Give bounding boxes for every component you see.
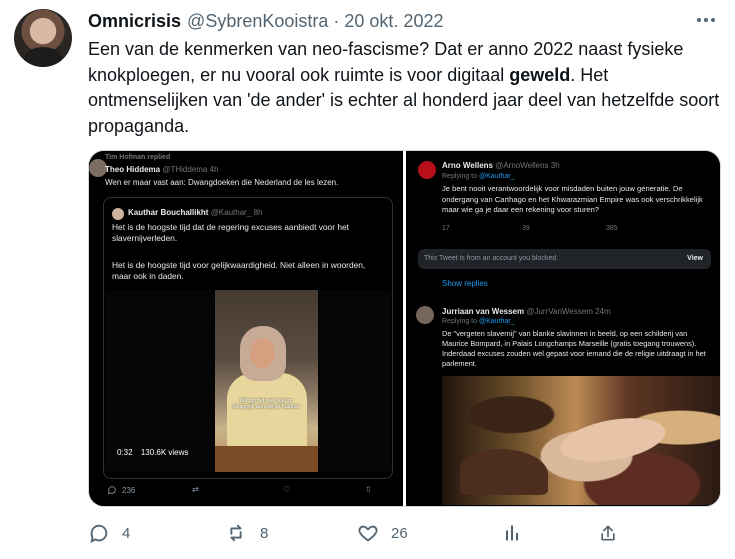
right-user-time-1: 3h bbox=[550, 161, 560, 170]
right-tweet-text-1: Je bent nooit verantwoordelijk voor misd… bbox=[442, 184, 703, 214]
video-views: 130.6K views bbox=[140, 448, 189, 457]
tweet-header: Omnicrisis @SybrenKooistra · 20 okt. 202… bbox=[88, 10, 443, 32]
quoted-tweet[interactable]: Kauthar Bouchallikht @Kauthar_ 8h Het is… bbox=[103, 197, 393, 479]
reply-button[interactable]: 4 bbox=[88, 522, 130, 544]
quote-avatar bbox=[112, 208, 124, 220]
tweet-actions: 4 8 26 bbox=[88, 522, 728, 548]
reply-context: Tim Hofman replied bbox=[105, 154, 171, 161]
video-duration: 0:32 bbox=[117, 448, 133, 457]
speaker-body bbox=[227, 373, 307, 448]
tweet-date[interactable]: 20 okt. 2022 bbox=[344, 11, 443, 32]
right-avatar-2 bbox=[416, 306, 434, 324]
right-replying-label-1: Replying to bbox=[442, 173, 478, 180]
username[interactable]: @SybrenKooistra bbox=[187, 11, 328, 32]
like-button[interactable]: 26 bbox=[357, 522, 408, 544]
quote-user-name: Kauthar Bouchallikht bbox=[128, 208, 209, 217]
retweet-button[interactable]: 8 bbox=[224, 522, 268, 544]
reply-icon bbox=[108, 486, 116, 495]
right-replying-1: Replying to @Kauthar_ bbox=[442, 173, 515, 180]
right-user-line-2: Jurriaan van Wessem @JurrVanWessem 24m bbox=[442, 307, 611, 316]
analytics-icon bbox=[505, 525, 519, 541]
like-icon bbox=[358, 525, 378, 542]
left-share-button[interactable]: ⇧ bbox=[365, 485, 372, 494]
analytics-button[interactable] bbox=[502, 522, 522, 544]
meta-separator: · bbox=[333, 10, 340, 31]
right-like-count-1: 385 bbox=[606, 225, 618, 232]
right-user-time-2: 24m bbox=[595, 307, 611, 316]
share-icon bbox=[601, 525, 615, 541]
more-icon[interactable] bbox=[695, 11, 717, 29]
right-tweet-text-2: De "vergeten slavernij" van blanke slavi… bbox=[442, 329, 706, 368]
right-avatar-1 bbox=[418, 161, 436, 179]
tweet-text: Een van de kenmerken van neo-fascisme? D… bbox=[88, 37, 720, 139]
right-stats-1: 17 39 385 bbox=[442, 225, 702, 237]
right-user-name-1: Arno Wellens bbox=[442, 161, 493, 170]
quote-user-line: Kauthar Bouchallikht @Kauthar_ 8h bbox=[128, 208, 262, 217]
video-thumbnail[interactable]: We zijn het heel veel zo belangrijk want… bbox=[105, 290, 391, 472]
right-user-handle-2: @JurrVanWessem bbox=[526, 307, 593, 316]
left-retweet-button[interactable]: ⇄ bbox=[192, 485, 199, 494]
right-replying-label-2: Replying to bbox=[442, 318, 478, 325]
like-icon: ♡ bbox=[283, 485, 291, 494]
quote-user-handle: @Kauthar_ bbox=[210, 208, 252, 217]
painting-image[interactable] bbox=[442, 376, 720, 505]
left-like-button[interactable]: ♡ bbox=[283, 485, 290, 494]
media-grid[interactable]: Tim Hofman replied Theo Hiddema @THiddem… bbox=[88, 150, 721, 507]
left-user-line: Theo Hiddema @THiddema 4h bbox=[105, 165, 219, 174]
right-user-handle-1: @ArnoWellens bbox=[495, 161, 549, 170]
right-user-line-1: Arno Wellens @ArnoWellens 3h bbox=[442, 161, 560, 170]
video-metadata: 0:32 130.6K views bbox=[117, 448, 188, 457]
like-count: 26 bbox=[391, 524, 408, 542]
podium bbox=[215, 446, 318, 472]
left-user-handle: @THiddema bbox=[162, 165, 208, 174]
tweet-text-bold: geweld bbox=[509, 64, 571, 85]
share-icon: ⇧ bbox=[365, 485, 372, 494]
retweet-icon bbox=[230, 524, 242, 542]
view-blocked-button[interactable]: View bbox=[687, 255, 703, 262]
avatar[interactable] bbox=[14, 9, 72, 67]
speaker-face bbox=[250, 338, 275, 368]
video-caption: We zijn het heel veel zo belangrijk want… bbox=[232, 398, 300, 410]
show-replies-link[interactable]: Show replies bbox=[442, 279, 488, 288]
quote-text-2: Het is de hoogste tijd voor gelijkwaardi… bbox=[112, 260, 366, 281]
retweet-icon: ⇄ bbox=[192, 485, 199, 494]
right-replying-handle-2[interactable]: @Kauthar_ bbox=[479, 318, 515, 325]
left-reply-button[interactable]: 236 bbox=[107, 485, 135, 495]
retweet-count: 8 bbox=[260, 524, 269, 542]
left-tweet-text: Wen er maar vast aan: Dwangdoeken die Ne… bbox=[105, 178, 339, 187]
blocked-tweet-box: This Tweet is from an account you blocke… bbox=[418, 249, 711, 269]
reply-icon bbox=[90, 524, 108, 543]
display-name[interactable]: Omnicrisis bbox=[88, 11, 181, 32]
left-reply-count: 236 bbox=[122, 485, 136, 495]
left-user-name: Theo Hiddema bbox=[105, 165, 161, 174]
right-screenshot[interactable]: Arno Wellens @ArnoWellens 3h Replying to… bbox=[406, 151, 720, 506]
right-retweet-count-1: 39 bbox=[522, 225, 530, 232]
left-screenshot[interactable]: Tim Hofman replied Theo Hiddema @THiddem… bbox=[89, 151, 403, 506]
share-button[interactable] bbox=[598, 522, 618, 544]
right-replying-2: Replying to @Kauthar_ bbox=[442, 318, 515, 325]
quote-user-time: 8h bbox=[253, 208, 263, 217]
right-replying-handle-1[interactable]: @Kauthar_ bbox=[479, 173, 515, 180]
tweet: Omnicrisis @SybrenKooistra · 20 okt. 202… bbox=[0, 0, 735, 559]
reply-count: 4 bbox=[122, 524, 131, 542]
blocked-tweet-text: This Tweet is from an account you blocke… bbox=[424, 255, 559, 262]
left-tweet-actions: 236 ⇄ ♡ ⇧ bbox=[107, 485, 377, 499]
right-user-name-2: Jurriaan van Wessem bbox=[442, 307, 525, 316]
right-reply-count-1: 17 bbox=[442, 225, 450, 232]
video-frame: We zijn het heel veel zo belangrijk want… bbox=[215, 290, 318, 472]
quote-text-1: Het is de hoogste tijd dat de regering e… bbox=[112, 222, 349, 243]
left-user-time: 4h bbox=[209, 165, 219, 174]
